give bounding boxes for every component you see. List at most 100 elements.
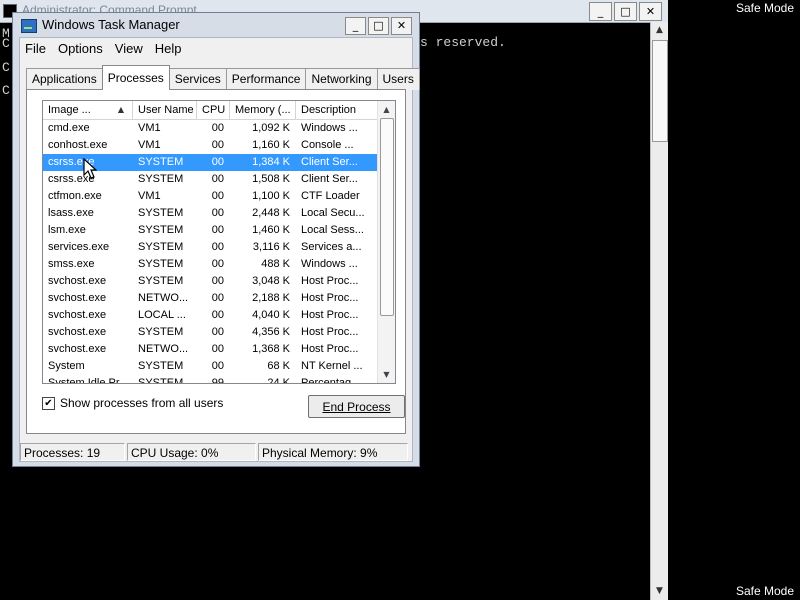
cmd-close-button[interactable]: ✕ xyxy=(639,2,662,21)
table-row[interactable]: svchost.exe LOCAL ... 00 4,040 K Host Proc..… xyxy=(43,307,377,324)
status-processes: Processes: 19 xyxy=(20,443,125,461)
memory-value: 4,356 K xyxy=(252,326,290,338)
scroll-up-icon[interactable]: ▲ xyxy=(651,22,668,39)
cpu-value: 00 xyxy=(211,275,224,287)
cpu-value: 00 xyxy=(211,258,224,270)
table-row[interactable]: conhost.exe VM1 00 1,160 K Console ... xyxy=(43,137,377,154)
user-name: SYSTEM xyxy=(138,241,184,253)
scroll-up-icon[interactable]: ▲ xyxy=(378,101,395,118)
list-scroll-thumb[interactable] xyxy=(380,118,394,316)
memory-value: 3,116 K xyxy=(252,241,290,253)
process-name: System xyxy=(48,360,85,372)
description: NT Kernel ... xyxy=(301,360,363,372)
column-header-label: Image ... xyxy=(48,104,91,116)
task-manager-titlebar[interactable]: Windows Task Manager _ □ ✕ xyxy=(13,13,419,37)
safe-mode-label-top: Safe Mode xyxy=(735,1,794,15)
cmd-line-char: C xyxy=(2,36,10,51)
table-row[interactable]: lsass.exe SYSTEM 00 2,448 K Local Secu... xyxy=(43,205,377,222)
menu-help[interactable]: Help xyxy=(149,38,188,60)
cursor-icon xyxy=(83,158,97,179)
memory-value: 1,100 K xyxy=(252,190,290,202)
scroll-down-icon[interactable]: ▼ xyxy=(651,583,668,600)
task-manager-client: File Options View Help Applications Proc… xyxy=(19,37,420,462)
cpu-value: 00 xyxy=(211,190,224,202)
table-row[interactable]: svchost.exe NETWO... 00 2,188 K Host Proc... xyxy=(43,290,377,307)
tab-applications[interactable]: Applications xyxy=(26,68,103,90)
cpu-value: 00 xyxy=(211,343,224,355)
description: Local Sess... xyxy=(301,224,364,236)
description: Percentag... xyxy=(301,377,361,384)
column-header-memory[interactable]: Memory (... xyxy=(230,101,296,119)
process-name: svchost.exe xyxy=(48,343,107,355)
tab-networking[interactable]: Networking xyxy=(305,68,378,90)
show-all-processes-option[interactable]: ✔ Show processes from all users xyxy=(42,396,223,410)
column-header-description[interactable]: Description xyxy=(296,101,378,119)
user-name: NETWO... xyxy=(138,343,189,355)
cpu-value: 00 xyxy=(211,326,224,338)
end-process-button[interactable]: End Process xyxy=(308,395,405,418)
table-row[interactable]: cmd.exe VM1 00 1,092 K Windows ... xyxy=(43,120,377,137)
safe-mode-label-bottom: Safe Mode xyxy=(735,584,794,598)
description: CTF Loader xyxy=(301,190,360,202)
memory-value: 68 K xyxy=(267,360,290,372)
menu-file[interactable]: File xyxy=(20,38,52,60)
table-row[interactable]: System SYSTEM 00 68 K NT Kernel ... xyxy=(43,358,377,375)
process-list[interactable]: Image ... ▲ User Name CPU Memory (... De… xyxy=(42,100,396,384)
cpu-value: 00 xyxy=(211,292,224,304)
tab-performance[interactable]: Performance xyxy=(225,68,307,90)
user-name: SYSTEM xyxy=(138,377,184,384)
list-scrollbar[interactable]: ▲ ▼ xyxy=(377,101,395,383)
close-button[interactable]: ✕ xyxy=(391,17,412,35)
memory-value: 2,188 K xyxy=(252,292,290,304)
table-row[interactable]: smss.exe SYSTEM 00 488 K Windows ... xyxy=(43,256,377,273)
sort-arrow-icon: ▲ xyxy=(117,105,124,114)
cmd-maximize-button[interactable]: □ xyxy=(614,2,637,21)
check-icon[interactable]: ✔ xyxy=(42,396,55,410)
memory-value: 1,384 K xyxy=(252,156,290,168)
table-row[interactable]: ctfmon.exe VM1 00 1,100 K CTF Loader xyxy=(43,188,377,205)
column-header-cpu[interactable]: CPU xyxy=(197,101,230,119)
memory-value: 24 K xyxy=(267,377,290,384)
process-name: conhost.exe xyxy=(48,139,108,151)
tab-users[interactable]: Users xyxy=(376,68,420,90)
minimize-button[interactable]: _ xyxy=(345,17,366,35)
menu-options[interactable]: Options xyxy=(52,38,109,60)
menu-view[interactable]: View xyxy=(109,38,149,60)
table-row[interactable]: svchost.exe SYSTEM 00 4,356 K Host Proc... xyxy=(43,324,377,341)
memory-value: 3,048 K xyxy=(252,275,290,287)
show-all-label[interactable]: Show processes from all users xyxy=(60,396,223,410)
tab-processes[interactable]: Processes xyxy=(101,65,170,90)
user-name: VM1 xyxy=(138,139,161,151)
description: Services a... xyxy=(301,241,362,253)
task-manager-icon xyxy=(21,19,37,33)
table-row[interactable]: services.exe SYSTEM 00 3,116 K Services a... xyxy=(43,239,377,256)
process-name: svchost.exe xyxy=(48,275,107,287)
table-row[interactable]: lsm.exe SYSTEM 00 1,460 K Local Sess... xyxy=(43,222,377,239)
end-process-label: End Process xyxy=(322,400,391,414)
task-manager-window[interactable]: Windows Task Manager _ □ ✕ File Options … xyxy=(12,12,420,467)
description: Windows ... xyxy=(301,258,358,270)
processes-panel: Image ... ▲ User Name CPU Memory (... De… xyxy=(26,89,406,434)
description: Local Secu... xyxy=(301,207,365,219)
memory-value: 1,508 K xyxy=(252,173,290,185)
maximize-button[interactable]: □ xyxy=(368,17,389,35)
list-header: Image ... ▲ User Name CPU Memory (... De… xyxy=(43,101,395,120)
cmd-minimize-button[interactable]: _ xyxy=(589,2,612,21)
menu-bar: File Options View Help xyxy=(20,38,412,60)
description: Console ... xyxy=(301,139,354,151)
table-row[interactable]: svchost.exe SYSTEM 00 3,048 K Host Proc... xyxy=(43,273,377,290)
user-name: SYSTEM xyxy=(138,258,184,270)
cmd-scroll-thumb[interactable] xyxy=(652,40,668,142)
column-header-user[interactable]: User Name xyxy=(133,101,197,119)
cmd-scrollbar[interactable]: ▲ ▼ xyxy=(650,22,668,600)
tab-services[interactable]: Services xyxy=(168,68,227,90)
table-row[interactable]: System Idle Pr... SYSTEM 99 24 K Percentag..… xyxy=(43,375,377,384)
scroll-down-icon[interactable]: ▼ xyxy=(378,366,395,383)
cpu-value: 00 xyxy=(211,360,224,372)
user-name: SYSTEM xyxy=(138,156,184,168)
column-header-image[interactable]: Image ... ▲ xyxy=(43,101,133,119)
cpu-value: 00 xyxy=(211,122,224,134)
table-row[interactable]: svchost.exe NETWO... 00 1,368 K Host Proc... xyxy=(43,341,377,358)
status-cpu-usage: CPU Usage: 0% xyxy=(127,443,256,461)
user-name: LOCAL ... xyxy=(138,309,186,321)
